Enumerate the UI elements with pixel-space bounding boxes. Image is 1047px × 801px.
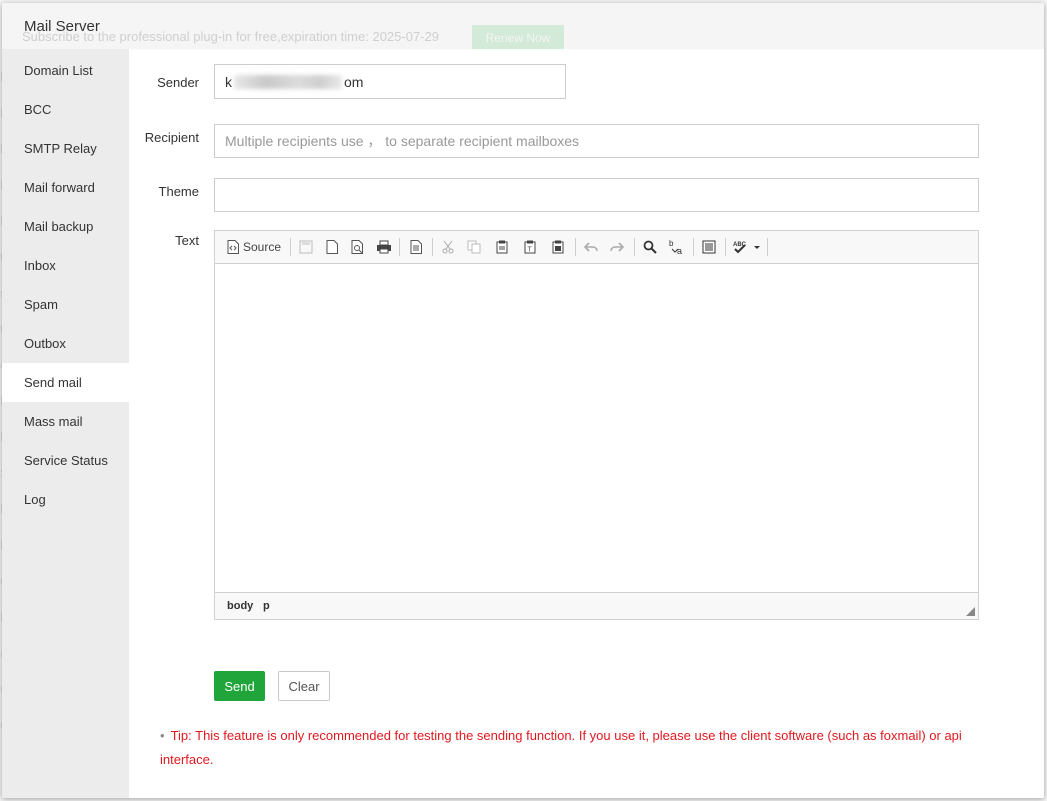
- sender-redacted-blur: [234, 74, 342, 89]
- sidebar-item-inbox[interactable]: Inbox: [2, 246, 129, 285]
- svg-text:T: T: [528, 247, 533, 254]
- sender-value-suffix: om: [344, 73, 364, 90]
- sidebar-item-mail-backup[interactable]: Mail backup: [2, 207, 129, 246]
- sender-value-prefix: k: [225, 73, 232, 90]
- clear-button[interactable]: Clear: [278, 671, 330, 701]
- resize-handle-icon[interactable]: [966, 607, 975, 616]
- sidebar-item-mail-forward[interactable]: Mail forward: [2, 168, 129, 207]
- recipient-input[interactable]: [214, 124, 979, 158]
- sidebar-item-domain-list[interactable]: Domain List: [2, 51, 129, 90]
- source-label: Source: [242, 240, 282, 254]
- tip-text: Tip: This feature is only recommended fo…: [160, 728, 962, 767]
- sidebar-item-log[interactable]: Log: [2, 480, 129, 519]
- sender-label: Sender: [157, 75, 199, 90]
- cut-icon[interactable]: [439, 237, 457, 257]
- path-body[interactable]: body: [227, 600, 253, 612]
- editor-toolbar: Source T b a ABC: [215, 231, 978, 264]
- preview-icon[interactable]: [349, 237, 367, 257]
- tip-note: • Tip: This feature is only recommended f…: [160, 724, 980, 772]
- source-button[interactable]: Source: [223, 237, 285, 257]
- paste-text-icon[interactable]: T: [521, 237, 539, 257]
- svg-text:b: b: [669, 239, 674, 248]
- theme-label: Theme: [158, 184, 199, 199]
- sidebar-item-service-status[interactable]: Service Status: [2, 441, 129, 480]
- spellcheck-icon[interactable]: ABC: [732, 237, 762, 257]
- paste-icon[interactable]: [493, 237, 511, 257]
- undo-icon[interactable]: [582, 237, 600, 257]
- sidebar-item-outbox[interactable]: Outbox: [2, 324, 129, 363]
- dialog-titlebar: Subscribe to the professional plug-in fo…: [2, 3, 1044, 51]
- path-p[interactable]: p: [263, 600, 270, 612]
- svg-text:a: a: [677, 246, 682, 255]
- source-icon: [227, 240, 239, 254]
- save-icon[interactable]: [297, 237, 315, 257]
- mail-server-dialog: Subscribe to the professional plug-in fo…: [2, 3, 1044, 798]
- text-label: Text: [175, 233, 199, 248]
- sidebar-item-spam[interactable]: Spam: [2, 285, 129, 324]
- paste-word-icon[interactable]: [549, 237, 567, 257]
- copy-icon[interactable]: [465, 237, 483, 257]
- background-renew-button: Renew Now: [472, 25, 564, 51]
- editor-path-bar: body p: [215, 592, 978, 619]
- recipient-label: Recipient: [144, 130, 199, 145]
- sender-input[interactable]: k om: [214, 64, 566, 99]
- send-mail-panel: Sender k om Recipient Theme Text Source: [129, 49, 1044, 798]
- replace-icon[interactable]: ba: [667, 237, 687, 257]
- sidebar-item-send-mail[interactable]: Send mail: [2, 363, 129, 402]
- sidebar-item-bcc[interactable]: BCC: [2, 90, 129, 129]
- print-icon[interactable]: [375, 237, 393, 257]
- select-all-icon[interactable]: [700, 237, 718, 257]
- sidebar-item-mass-mail[interactable]: Mass mail: [2, 402, 129, 441]
- rich-text-editor: Source T b a ABC body p: [214, 230, 979, 620]
- redo-icon[interactable]: [608, 237, 626, 257]
- theme-input[interactable]: [214, 178, 979, 212]
- send-button[interactable]: Send: [214, 671, 265, 701]
- sidebar: Domain List BCC SMTP Relay Mail forward …: [2, 49, 129, 798]
- bullet-icon: •: [160, 728, 165, 743]
- find-icon[interactable]: [641, 237, 659, 257]
- sidebar-item-smtp-relay[interactable]: SMTP Relay: [2, 129, 129, 168]
- dialog-title: Mail Server: [24, 18, 100, 35]
- new-page-icon[interactable]: [323, 237, 341, 257]
- editor-content-area[interactable]: [215, 264, 978, 597]
- templates-icon[interactable]: [407, 237, 425, 257]
